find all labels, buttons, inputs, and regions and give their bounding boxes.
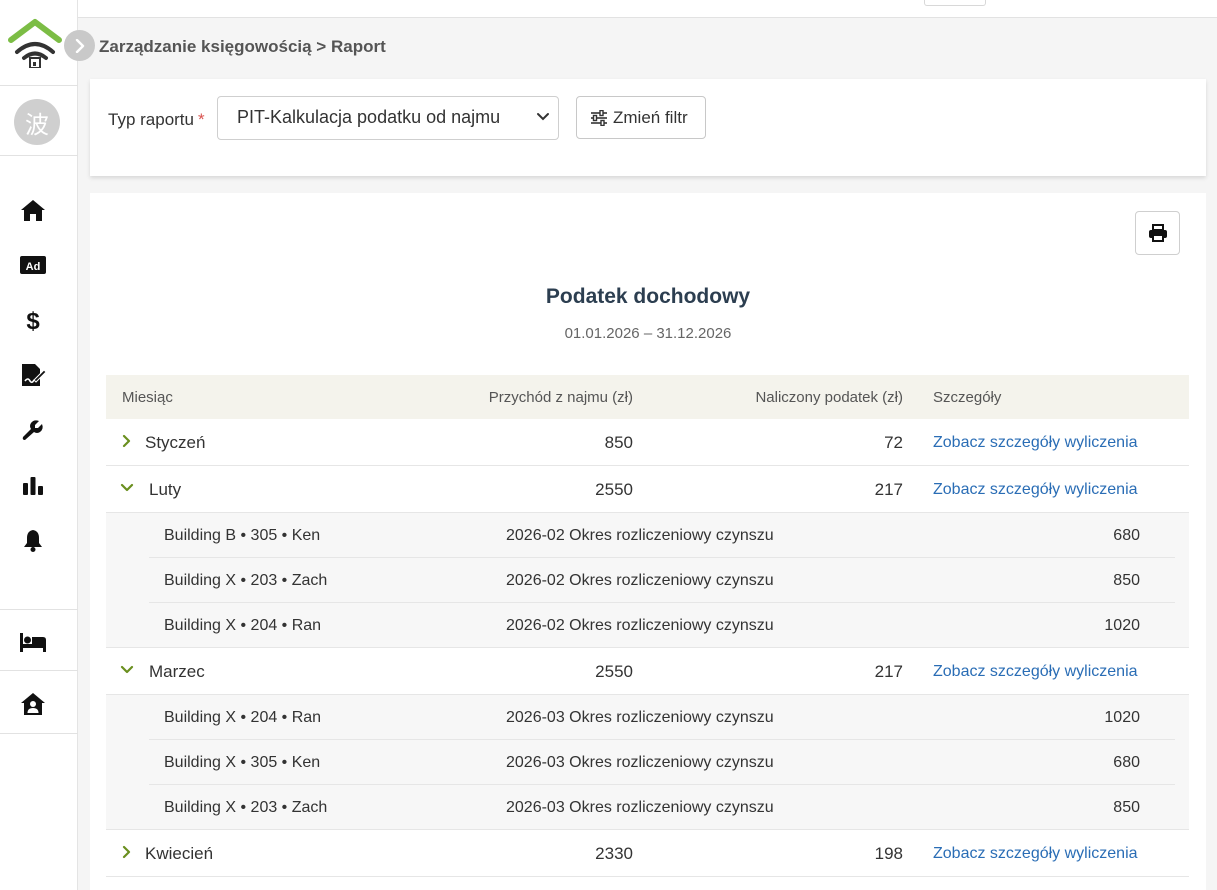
detail-amount: 850 xyxy=(1113,572,1140,589)
logo-icon[interactable] xyxy=(8,18,62,68)
report-table: Miesiąc Przychód z najmu (zł) Naliczony … xyxy=(106,375,1189,877)
detail-row: Building X • 204 • Ran 2026-02 Okres rozl… xyxy=(106,603,1189,648)
chevron-down-icon xyxy=(537,113,549,121)
dollar-icon[interactable]: $ xyxy=(19,306,47,334)
ad-icon[interactable]: Ad xyxy=(19,251,47,279)
detail-period: 2026-02 Okres rozliczeniowy czynszu xyxy=(506,527,774,544)
chevron-down-icon[interactable] xyxy=(120,664,134,676)
bed-icon[interactable] xyxy=(19,628,47,656)
table-row[interactable]: Styczeń 850 72 Zobacz szczegóły wyliczenia xyxy=(106,419,1189,466)
detail-row: Building B • 305 • Ken 2026-02 Okres rozl… xyxy=(106,513,1189,558)
month-cell: Styczeń xyxy=(145,433,206,452)
print-button[interactable] xyxy=(1135,211,1180,255)
detail-amount: 680 xyxy=(1113,527,1140,544)
house-user-icon[interactable] xyxy=(19,690,47,718)
detail-unit: Building X • 305 • Ken xyxy=(164,754,321,771)
sidebar-divider xyxy=(0,733,78,734)
detail-amount: 1020 xyxy=(1104,709,1140,726)
detail-period: 2026-03 Okres rozliczeniowy czynszu xyxy=(506,709,774,726)
detail-period: 2026-02 Okres rozliczeniowy czynszu xyxy=(506,617,774,634)
details-link[interactable]: Zobacz szczegóły wyliczenia xyxy=(933,845,1138,863)
detail-row: Building X • 305 • Ken 2026-03 Okres rozl… xyxy=(106,740,1189,785)
detail-row: Building X • 204 • Ran 2026-03 Okres rozl… xyxy=(106,695,1189,740)
home-icon[interactable] xyxy=(19,196,47,224)
sidebar-toggle-button[interactable] xyxy=(64,30,95,61)
detail-period: 2026-03 Okres rozliczeniowy czynszu xyxy=(506,799,774,816)
avatar[interactable]: 波 xyxy=(14,99,60,145)
breadcrumb: Zarządzanie księgowością > Raport xyxy=(99,37,386,56)
col-details: Szczegóły xyxy=(933,389,1002,406)
sidebar-divider xyxy=(0,609,78,610)
detail-period: 2026-03 Okres rozliczeniowy czynszu xyxy=(506,754,774,771)
report-date-range: 01.01.2026 – 31.12.2026 xyxy=(564,325,732,342)
income-cell: 2550 xyxy=(595,662,633,681)
wrench-icon[interactable] xyxy=(19,416,47,444)
chevron-down-icon[interactable] xyxy=(120,482,134,494)
report-card: Podatek dochodowy 01.01.2026 – 31.12.202… xyxy=(90,193,1206,890)
table-row[interactable]: Marzec 2550 217 Zobacz szczegóły wyliczenia xyxy=(106,648,1189,695)
top-bar xyxy=(78,0,1217,18)
income-cell: 2330 xyxy=(595,844,633,863)
sidebar-divider xyxy=(0,155,78,156)
print-icon xyxy=(1148,224,1167,242)
bell-icon[interactable] xyxy=(19,526,47,554)
col-income: Przychód z najmu (zł) xyxy=(488,389,633,406)
detail-row: Building X • 203 • Zach 2026-02 Okres roz… xyxy=(106,558,1189,603)
table-row[interactable]: Kwiecień 2330 198 Zobacz szczegóły wyliczen… xyxy=(106,830,1189,877)
top-tab[interactable] xyxy=(924,0,986,6)
report-type-select[interactable]: PIT-Kalkulacja podatku od najmu xyxy=(217,96,559,140)
detail-amount: 1020 xyxy=(1104,617,1140,634)
sidebar-divider xyxy=(0,670,78,671)
income-cell: 850 xyxy=(604,433,633,452)
month-cell: Luty xyxy=(149,480,182,499)
sliders-icon xyxy=(591,109,607,126)
detail-unit: Building X • 203 • Zach xyxy=(164,572,328,589)
detail-amount: 850 xyxy=(1113,799,1140,816)
chevron-right-icon[interactable] xyxy=(121,845,133,859)
detail-amount: 680 xyxy=(1113,754,1140,771)
col-tax: Naliczony podatek (zł) xyxy=(755,389,903,406)
table-row[interactable]: Luty 2550 217 Zobacz szczegóły wyliczenia xyxy=(106,466,1189,513)
detail-row: Building X • 203 • Zach 2026-03 Okres roz… xyxy=(106,785,1189,830)
required-mark: * xyxy=(198,110,205,129)
report-type-label-text: Typ raportu xyxy=(108,110,194,129)
details-link[interactable]: Zobacz szczegóły wyliczenia xyxy=(933,481,1138,499)
income-cell: 2550 xyxy=(595,480,633,499)
month-cell: Kwiecień xyxy=(145,844,214,863)
report-type-selected: PIT-Kalkulacja podatku od najmu xyxy=(237,107,501,127)
filter-card: Typ raportu * PIT-Kalkulacja podatku od n… xyxy=(90,79,1206,176)
tax-cell: 72 xyxy=(884,433,903,452)
tax-cell: 217 xyxy=(874,480,903,499)
chevron-right-icon[interactable] xyxy=(121,434,133,448)
detail-period: 2026-02 Okres rozliczeniowy czynszu xyxy=(506,572,774,589)
col-month: Miesiąc xyxy=(122,389,173,406)
chevron-right-icon xyxy=(75,38,84,53)
change-filter-label: Zmień filtr xyxy=(613,107,688,127)
svg-text:Ad: Ad xyxy=(26,261,41,273)
details-link[interactable]: Zobacz szczegóły wyliczenia xyxy=(933,663,1138,681)
detail-unit: Building X • 203 • Zach xyxy=(164,799,328,816)
contract-icon[interactable] xyxy=(19,361,47,389)
sidebar: 波 Ad $ xyxy=(0,0,78,890)
table-header: Miesiąc Przychód z najmu (zł) Naliczony … xyxy=(106,375,1189,419)
svg-text:$: $ xyxy=(26,308,40,333)
change-filter-button[interactable]: Zmień filtr xyxy=(576,96,706,139)
month-cell: Marzec xyxy=(149,662,205,681)
detail-unit: Building X • 204 • Ran xyxy=(164,617,322,634)
sidebar-divider xyxy=(0,85,78,86)
details-link[interactable]: Zobacz szczegóły wyliczenia xyxy=(933,434,1138,452)
tax-cell: 198 xyxy=(874,844,903,863)
detail-unit: Building B • 305 • Ken xyxy=(164,527,321,544)
detail-unit: Building X • 204 • Ran xyxy=(164,709,322,726)
chart-icon[interactable] xyxy=(19,471,47,499)
report-title: Podatek dochodowy xyxy=(545,285,751,308)
table-body: Styczeń 850 72 Zobacz szczegóły wyliczenia L… xyxy=(106,419,1189,877)
report-type-label: Typ raportu * xyxy=(108,110,205,130)
tax-cell: 217 xyxy=(874,662,903,681)
